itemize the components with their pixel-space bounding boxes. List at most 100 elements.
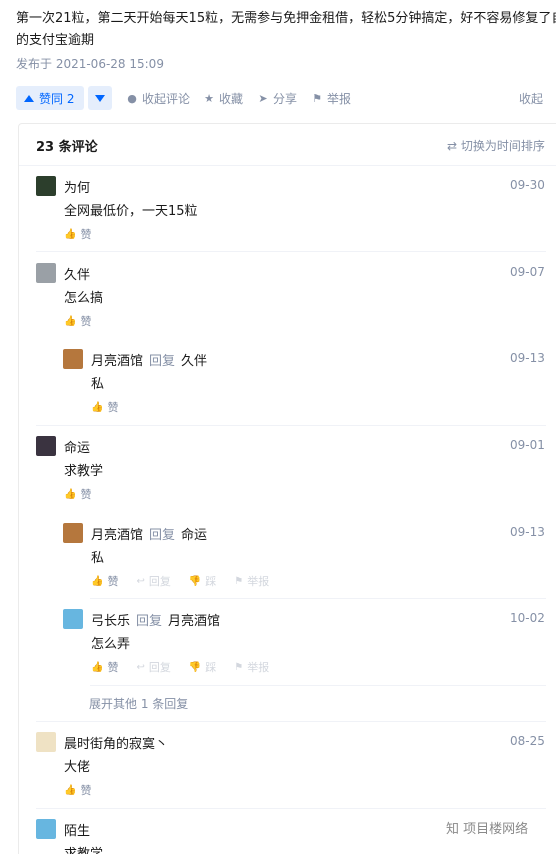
paper-plane-icon: ➤ (258, 91, 268, 105)
thumbs-up-icon: 👍 (91, 661, 104, 673)
comment-content: 全网最低价，一天15粒 (64, 204, 198, 219)
like-button[interactable]: 👍 赞 (91, 399, 118, 415)
dislike-button[interactable]: 👎 踩 (189, 659, 216, 675)
like-button[interactable]: 👍 赞 (91, 573, 118, 589)
divider (36, 808, 546, 809)
comment-content: 怎么弄 (91, 637, 131, 652)
star-icon: ★ (204, 91, 214, 105)
author-link[interactable]: 月亮酒馆 (91, 354, 143, 369)
divider (36, 721, 546, 722)
answer-line-1: 第一次21粒，第二天开始每天15粒，无需参与免押金租借，轻松5分钟搞定，好不容易… (16, 11, 556, 26)
reply-to-link[interactable]: 月亮酒馆 (168, 614, 220, 629)
comment-content: 怎么搞 (64, 291, 104, 306)
comment-date: 09-30 (510, 178, 545, 192)
comment-author[interactable]: 命运 (64, 437, 90, 456)
thumbs-up-icon: 👍 (64, 784, 77, 796)
triangle-down-icon (95, 94, 105, 102)
expand-replies-link[interactable]: 展开其他 1 条回复 (89, 695, 188, 712)
comment-item: 久伴 09-07 怎么搞 👍 赞 (36, 263, 546, 333)
flag-icon: ⚑ (234, 661, 244, 673)
avatar[interactable] (36, 819, 56, 839)
comment-icon: ● (127, 91, 137, 105)
thumbs-up-icon: 👍 (91, 575, 104, 587)
comment-author: 月亮酒馆 回复 久伴 (91, 354, 208, 369)
reply-item: 月亮酒馆 回复 命运 09-13 私 👍 赞 ↩ 回复 👎 踩 ⚑ 举报 (63, 523, 546, 593)
report-comment-button[interactable]: ⚑ 举报 (234, 573, 269, 589)
reply-item: 月亮酒馆 回复 久伴 09-13 私 👍 赞 (63, 349, 546, 419)
answer-line-2: 的支付宝逾期 (16, 33, 95, 48)
comment-date: 09-13 (510, 351, 545, 365)
flag-icon: ⚑ (312, 91, 322, 105)
like-button[interactable]: 👍 赞 (64, 313, 91, 329)
favorite-button[interactable]: ★ 收藏 (203, 86, 243, 110)
like-button[interactable]: 👍 赞 (64, 782, 91, 798)
report-label: 举报 (327, 91, 352, 106)
switch-icon: ⇄ (447, 139, 458, 153)
share-label: 分享 (273, 91, 298, 106)
divider (90, 685, 546, 686)
author-link[interactable]: 弓长乐 (91, 614, 130, 629)
collapse-comments-button[interactable]: ● 收起评论 (126, 86, 190, 110)
comment-item: 命运 09-01 求教学 👍 赞 (36, 436, 546, 506)
thumbs-down-icon: 👎 (188, 575, 202, 587)
comments-panel: 23 条评论 ⇄ 切换为时间排序 为何 09-30 全网最低价，一天15粒 👍 赞… (18, 123, 556, 854)
avatar[interactable] (36, 436, 56, 456)
favorite-label: 收藏 (219, 91, 244, 106)
watermark: 知 项目楼网络 (446, 822, 529, 837)
comment-author[interactable]: 陌生 (64, 820, 90, 839)
comment-content: 私 (91, 551, 105, 566)
upvote-button[interactable]: 赞同 2 (16, 86, 84, 110)
report-button[interactable]: ⚑ 举报 (311, 86, 351, 110)
answer-actions: 赞同 2 ● 收起评论 ★ 收藏 ➤ 分享 ⚑ 举报 (16, 86, 556, 110)
publish-time: 发布于 2021-06-28 15:09 (16, 57, 164, 71)
thumbs-up-icon: 👍 (64, 228, 77, 240)
flag-icon: ⚑ (234, 575, 244, 587)
comment-author: 月亮酒馆 回复 命运 (91, 528, 208, 543)
thumbs-up-icon: 👍 (64, 315, 77, 327)
comment-date: 08-25 (510, 734, 545, 748)
reply-to-link[interactable]: 命运 (181, 528, 207, 543)
report-comment-button[interactable]: ⚑ 举报 (234, 659, 269, 675)
reply-arrow-icon: ↩ (136, 575, 145, 587)
divider (36, 251, 546, 252)
like-button[interactable]: 👍 赞 (64, 226, 91, 242)
comment-count: 23 条评论 (36, 140, 98, 155)
avatar[interactable] (63, 349, 83, 369)
comment-author[interactable]: 晨时街角的寂寞丶 (64, 733, 168, 752)
comment-author[interactable]: 为何 (64, 177, 90, 196)
avatar[interactable] (63, 523, 83, 543)
comment-content: 大佬 (64, 760, 91, 775)
like-button[interactable]: 👍 赞 (91, 659, 118, 675)
avatar[interactable] (36, 176, 56, 196)
comment-date: 09-13 (510, 525, 545, 539)
avatar[interactable] (63, 609, 83, 629)
comment-author: 弓长乐 回复 月亮酒馆 (91, 614, 221, 629)
downvote-button[interactable] (88, 86, 112, 110)
comment-date: 09-07 (510, 265, 545, 279)
author-link[interactable]: 月亮酒馆 (91, 528, 143, 543)
thumbs-down-icon: 👎 (188, 661, 202, 673)
reply-arrow-icon: ↩ (136, 661, 145, 673)
fold-button[interactable]: 收起 (519, 90, 543, 107)
reply-button[interactable]: ↩ 回复 (136, 573, 170, 589)
divider (90, 598, 546, 599)
switch-sort-label: 切换为时间排序 (460, 139, 545, 153)
reply-item: 弓长乐 回复 月亮酒馆 10-02 怎么弄 👍 赞 ↩ 回复 👎 踩 ⚑ 举报 (63, 609, 546, 679)
like-button[interactable]: 👍 赞 (64, 486, 91, 502)
comment-content: 私 (91, 377, 105, 392)
reply-button[interactable]: ↩ 回复 (136, 659, 170, 675)
comment-date: 10-02 (510, 611, 545, 625)
thumbs-up-icon: 👍 (91, 401, 104, 413)
switch-sort-button[interactable]: ⇄ 切换为时间排序 (447, 137, 545, 154)
comment-item: 为何 09-30 全网最低价，一天15粒 👍 赞 (36, 176, 546, 246)
dislike-button[interactable]: 👎 踩 (189, 573, 216, 589)
divider (36, 425, 546, 426)
avatar[interactable] (36, 263, 56, 283)
comment-author[interactable]: 久伴 (64, 264, 90, 283)
avatar[interactable] (36, 732, 56, 752)
upvote-label: 赞同 2 (39, 91, 75, 106)
comments-header: 23 条评论 ⇄ 切换为时间排序 (19, 124, 556, 166)
reply-to-link[interactable]: 久伴 (181, 354, 207, 369)
comment-content: 求教学 (64, 464, 104, 479)
share-button[interactable]: ➤ 分享 (257, 86, 297, 110)
